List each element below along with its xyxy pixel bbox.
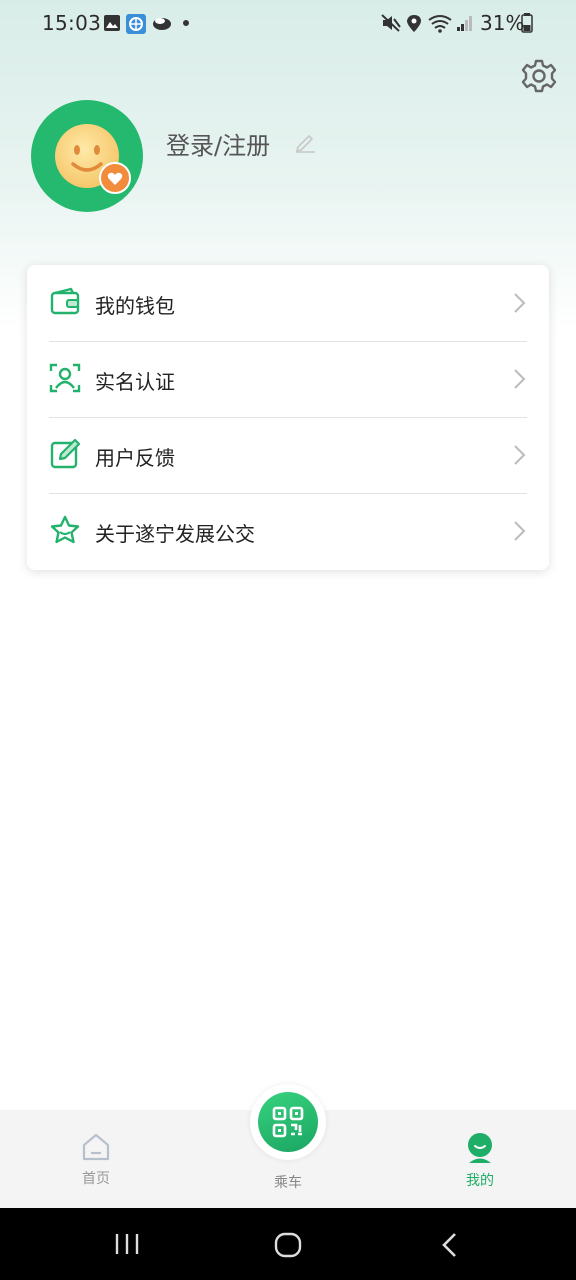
location-icon — [407, 15, 421, 32]
menu-label-real-name-verify: 实名认证 — [95, 370, 175, 394]
chevron-right-icon — [514, 445, 526, 465]
chevron-right-icon — [514, 521, 526, 541]
chevron-right-icon — [514, 369, 526, 389]
menu-item-wallet[interactable]: 我的钱包 — [49, 265, 527, 342]
gallery-icon — [104, 15, 120, 31]
tab-ride-label: 乘车 — [274, 1175, 302, 1191]
status-time: 15:03 — [42, 11, 102, 35]
home-icon — [82, 1133, 110, 1161]
user-profile-icon — [468, 1133, 492, 1163]
menu-item-feedback[interactable]: 用户反馈 — [49, 417, 527, 494]
avatar[interactable] — [31, 100, 143, 212]
tab-mine-label: 我的 — [466, 1173, 494, 1189]
tab-mine[interactable]: 我的 — [450, 1130, 510, 1200]
menu-item-about[interactable]: 关于遂宁发展公交 — [49, 493, 527, 569]
smiley-face-icon — [55, 124, 119, 188]
tab-home[interactable]: 首页 — [66, 1130, 126, 1200]
menu-label-feedback: 用户反馈 — [95, 446, 175, 470]
login-register-link[interactable]: 登录/注册 — [166, 126, 270, 161]
status-bar: 15:03 31% — [0, 0, 576, 46]
tab-home-label: 首页 — [82, 1171, 110, 1187]
qr-code-icon — [272, 1106, 304, 1138]
home-system-icon[interactable] — [274, 1232, 302, 1258]
settings-gear-icon[interactable] — [521, 58, 557, 94]
chevron-right-icon — [514, 293, 526, 313]
id-verify-icon — [49, 363, 81, 393]
recent-apps-icon[interactable] — [114, 1232, 140, 1256]
battery-percent: 31% — [480, 11, 525, 35]
menu-label-about: 关于遂宁发展公交 — [95, 522, 255, 546]
mute-icon — [381, 14, 401, 32]
wallet-icon — [50, 287, 80, 315]
signal-icon — [457, 16, 472, 31]
ride-qr-button[interactable] — [250, 1084, 326, 1160]
app-notification-icon — [126, 14, 146, 34]
cloud-icon — [153, 18, 171, 30]
wifi-icon — [428, 15, 452, 33]
heart-badge-icon — [99, 162, 131, 194]
battery-icon — [521, 13, 533, 33]
star-icon — [50, 515, 80, 544]
menu-card: 我的钱包 实名认证 用户反馈 关于遂宁发展公交 — [27, 265, 549, 570]
menu-label-wallet: 我的钱包 — [95, 294, 175, 318]
feedback-edit-icon — [50, 438, 81, 469]
more-dot-icon — [183, 20, 189, 26]
system-nav-bar — [0, 1208, 576, 1280]
back-icon[interactable] — [440, 1232, 460, 1258]
menu-item-real-name-verify[interactable]: 实名认证 — [49, 341, 527, 418]
ride-qr-circle — [258, 1092, 318, 1152]
edit-pencil-icon[interactable] — [294, 131, 316, 153]
